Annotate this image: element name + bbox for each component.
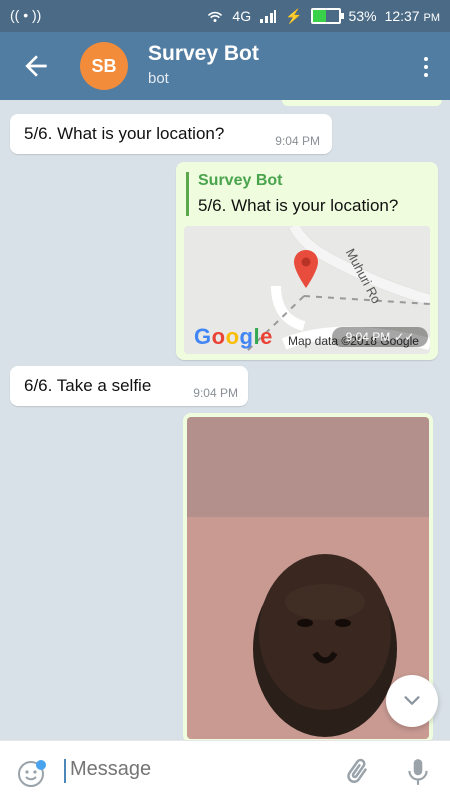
- reply-sender: Survey Bot: [198, 172, 283, 189]
- incoming-message[interactable]: 6/6. Take a selfie 9:04 PM: [10, 366, 248, 406]
- reply-text: 5/6. What is your location?: [198, 196, 399, 215]
- message-time: 9:04 PM: [275, 134, 320, 148]
- charging-icon: ⚡: [285, 7, 303, 24]
- more-options-icon[interactable]: [416, 52, 436, 82]
- back-arrow-icon[interactable]: [20, 50, 52, 82]
- chat-title[interactable]: Survey Bot: [148, 42, 259, 66]
- status-time: 12:37 PM: [384, 8, 440, 24]
- wifi-icon: [208, 11, 223, 22]
- message-time: 9:04 PM: [193, 386, 238, 400]
- outgoing-bubble-fragment: [282, 100, 442, 106]
- message-text: 6/6. Take a selfie: [24, 376, 152, 395]
- message-input-bar: [0, 740, 450, 801]
- hotspot-icon: (( • )): [10, 7, 42, 23]
- microphone-icon[interactable]: [405, 757, 431, 787]
- message-time: 9:04 PM: [345, 330, 391, 344]
- text-caret: [64, 759, 66, 783]
- battery-percent: 53%: [348, 8, 377, 24]
- location-pin-icon: [294, 250, 318, 288]
- avatar[interactable]: SB: [80, 42, 128, 90]
- message-text: 5/6. What is your location?: [24, 124, 225, 143]
- reply-bar: [186, 172, 189, 216]
- emoji-icon[interactable]: [17, 758, 47, 788]
- incoming-message[interactable]: 5/6. What is your location? 9:04 PM: [10, 114, 332, 154]
- attach-icon[interactable]: [342, 757, 372, 787]
- message-input[interactable]: [68, 757, 322, 782]
- battery-icon: [310, 8, 344, 24]
- chat-subtitle: bot: [148, 70, 169, 87]
- battery-fill: [312, 10, 327, 22]
- map-time-chip: 9:04 PM ✓✓: [332, 327, 428, 347]
- network-type: 4G: [232, 8, 252, 24]
- status-bar: (( • )) 4G ⚡ 53% 12:37 PM: [0, 0, 450, 32]
- scroll-down-button[interactable]: [386, 675, 438, 727]
- double-check-icon: ✓✓: [394, 330, 415, 344]
- chevron-down-icon: [404, 696, 420, 705]
- signal-icon: [260, 10, 277, 23]
- google-logo: Google: [194, 324, 273, 349]
- chat-toolbar: SB Survey Bot bot: [0, 32, 450, 100]
